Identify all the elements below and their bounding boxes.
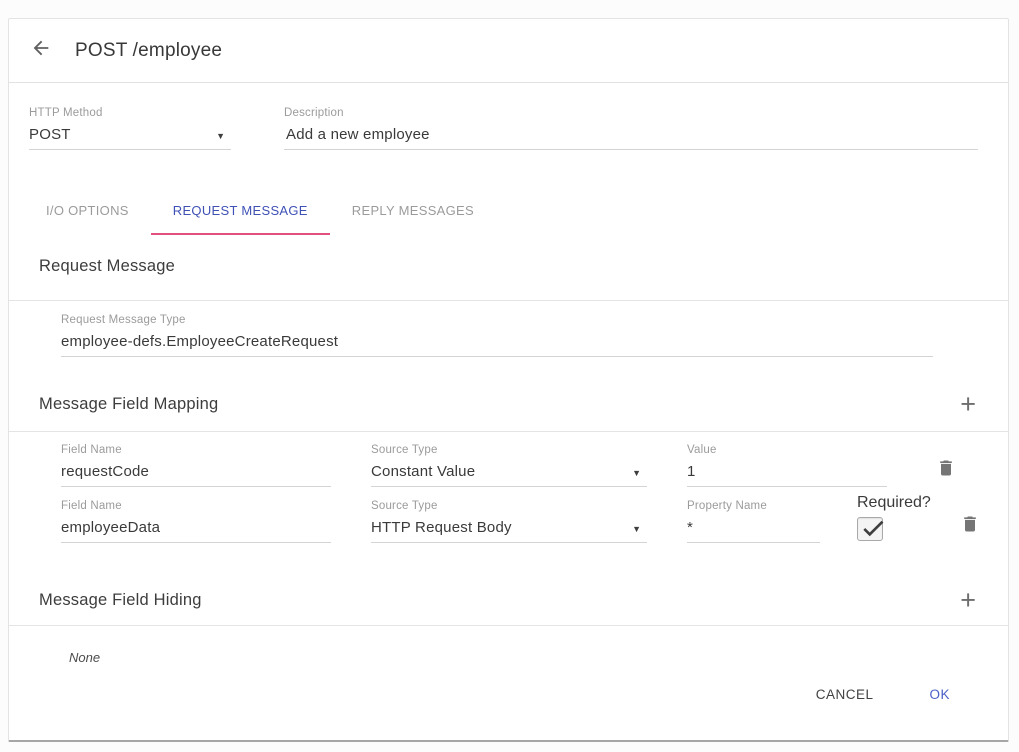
field-hiding-empty-text: None: [69, 650, 1008, 665]
endpoint-editor-card: POST /employee HTTP Method POST ▼ Descri…: [8, 18, 1009, 742]
field-name-value: requestCode: [61, 463, 149, 480]
request-message-heading: Request Message: [39, 257, 1008, 276]
source-type-select[interactable]: Source Type HTTP Request Body ▼: [371, 500, 647, 543]
description-field[interactable]: Description Add a new employee: [284, 107, 978, 150]
page-title: POST /employee: [75, 40, 222, 62]
divider: [9, 431, 1008, 432]
http-method-label: HTTP Method: [29, 107, 231, 119]
add-mapping-button[interactable]: +: [956, 393, 980, 415]
description-value: Add a new employee: [284, 126, 430, 143]
request-message-type-label: Request Message Type: [61, 314, 933, 326]
description-label: Description: [284, 107, 978, 119]
source-type-value: HTTP Request Body: [371, 519, 512, 536]
method-description-row: HTTP Method POST ▼ Description Add a new…: [29, 107, 978, 150]
field-mapping-heading: Message Field Mapping: [39, 395, 218, 414]
divider: [9, 300, 1008, 301]
tab-reply-messages[interactable]: REPLY MESSAGES: [330, 188, 496, 235]
field-mapping-header: Message Field Mapping +: [39, 393, 980, 415]
plus-icon: +: [960, 389, 976, 419]
mapping-row: Field Name requestCode Source Type Const…: [61, 444, 1008, 487]
chevron-down-icon: ▼: [632, 466, 647, 480]
arrow-left-icon: [30, 37, 52, 64]
delete-mapping-button[interactable]: [959, 514, 981, 538]
property-name-value: *: [687, 519, 693, 536]
source-type-label: Source Type: [371, 500, 647, 512]
tab-bar: I/O OPTIONS REQUEST MESSAGE REPLY MESSAG…: [24, 188, 1008, 235]
trash-icon: [960, 513, 980, 540]
required-field: Required?: [857, 494, 935, 543]
request-message-type-field[interactable]: Request Message Type employee-defs.Emplo…: [61, 314, 933, 357]
field-hiding-header: Message Field Hiding +: [39, 589, 980, 611]
divider: [9, 625, 1008, 626]
add-hiding-button[interactable]: +: [956, 589, 980, 611]
back-button[interactable]: [29, 39, 53, 63]
source-type-select[interactable]: Source Type Constant Value ▼: [371, 444, 647, 487]
request-message-type-value: employee-defs.EmployeeCreateRequest: [61, 333, 338, 350]
http-method-value: POST: [29, 126, 71, 143]
trash-icon: [936, 457, 956, 484]
value-input[interactable]: Value 1: [687, 444, 887, 487]
value-value: 1: [687, 463, 696, 480]
checkmark-icon: [860, 515, 886, 541]
field-name-value: employeeData: [61, 519, 160, 536]
chevron-down-icon: ▼: [216, 129, 231, 143]
delete-mapping-button[interactable]: [935, 458, 957, 482]
field-name-label: Field Name: [61, 444, 331, 456]
http-method-select[interactable]: HTTP Method POST ▼: [29, 107, 231, 150]
mapping-row: Field Name employeeData Source Type HTTP…: [61, 494, 1008, 543]
field-hiding-heading: Message Field Hiding: [39, 591, 202, 610]
footer-actions: CANCEL OK: [9, 681, 952, 708]
property-name-label: Property Name: [687, 500, 820, 512]
cancel-button[interactable]: CANCEL: [814, 681, 876, 708]
field-name-input[interactable]: Field Name employeeData: [61, 500, 331, 543]
value-label: Value: [687, 444, 887, 456]
required-checkbox[interactable]: [857, 517, 883, 541]
ok-button[interactable]: OK: [927, 681, 952, 708]
source-type-label: Source Type: [371, 444, 647, 456]
tab-io-options[interactable]: I/O OPTIONS: [24, 188, 151, 235]
plus-icon: +: [960, 585, 976, 615]
field-name-label: Field Name: [61, 500, 331, 512]
source-type-value: Constant Value: [371, 463, 475, 480]
header: POST /employee: [9, 19, 1008, 83]
required-label: Required?: [857, 494, 935, 512]
field-name-input[interactable]: Field Name requestCode: [61, 444, 331, 487]
tab-request-message[interactable]: REQUEST MESSAGE: [151, 188, 330, 235]
chevron-down-icon: ▼: [632, 522, 647, 536]
property-name-input[interactable]: Property Name *: [687, 500, 820, 543]
